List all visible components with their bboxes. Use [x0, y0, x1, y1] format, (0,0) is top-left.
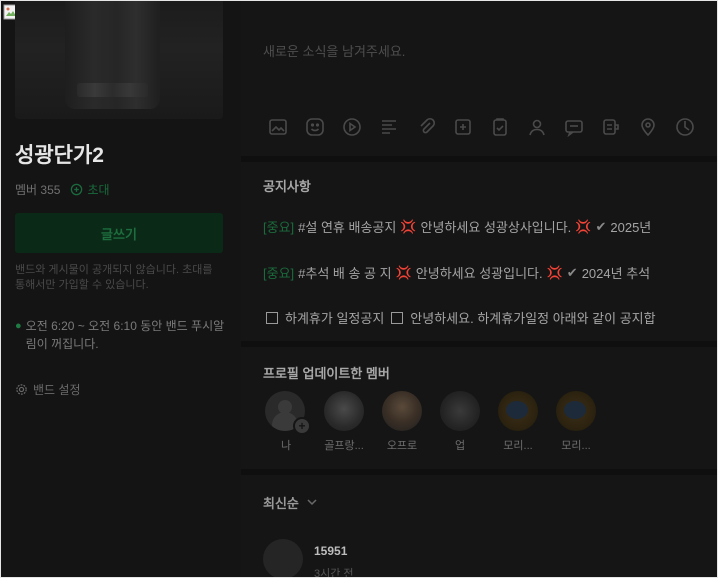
checkmark-icon: ✔: [566, 264, 578, 280]
member-name: 오프로: [386, 440, 418, 452]
leaf-icon: ●: [15, 320, 22, 332]
avatar: [382, 391, 422, 431]
chevron-down-icon: [307, 499, 317, 506]
band-name: 성광단가2: [15, 144, 104, 167]
poll-icon[interactable]: [672, 114, 698, 140]
text-format-icon[interactable]: [376, 114, 402, 140]
black-square-icon: [266, 311, 278, 324]
sticker-icon[interactable]: [302, 114, 328, 140]
member-avatar-item[interactable]: 모리...: [497, 391, 539, 453]
section-divider: [241, 469, 717, 475]
section-divider: [241, 341, 717, 347]
sort-dropdown[interactable]: 최신순: [263, 493, 317, 512]
band-privacy-description: 밴드와 게시물이 공개되지 않습니다. 초대를 통해서만 가입할 수 있습니다.: [15, 264, 213, 291]
profile-updates-title: 프로필 업데이트한 멤버: [263, 366, 390, 381]
checkmark-icon: ✔: [595, 218, 607, 234]
notice-tag: [중요]: [263, 220, 295, 235]
member-avatar-item[interactable]: 골프랑...: [323, 391, 365, 453]
composer-toolbar: [265, 114, 698, 140]
notice-item[interactable]: 하계휴가 일정공지 안녕하세요. 하계휴가일정 아래와 같이 공지합: [263, 308, 717, 327]
section-divider: [241, 156, 717, 162]
black-square-icon: [391, 311, 404, 324]
notice-title: #설 연휴 배송공지: [298, 220, 397, 235]
photo-icon[interactable]: [265, 114, 291, 140]
avatar: [324, 391, 364, 431]
invite-link[interactable]: 초대: [70, 181, 110, 198]
notice-title: #추석 배 송 공 지: [298, 266, 392, 281]
member-avatar-item[interactable]: 모리...: [555, 391, 597, 453]
push-notice-text: 오전 6:20 ~ 오전 6:10 동안 밴드 푸시알림이 꺼집니다.: [25, 319, 225, 351]
invite-label: 초대: [87, 183, 110, 197]
member-count[interactable]: 멤버 355: [15, 181, 60, 198]
post-timestamp: 3시간 전: [314, 568, 354, 578]
member-icon[interactable]: [524, 114, 550, 140]
member-name: 모리...: [561, 440, 591, 452]
member-avatar-item[interactable]: 업: [439, 391, 481, 453]
push-notice: ● 오전 6:20 ~ 오전 6:10 동안 밴드 푸시알림이 꺼집니다.: [15, 317, 230, 353]
anger-emoji-icon: 💢: [395, 264, 412, 280]
post-author-avatar[interactable]: [263, 539, 303, 577]
band-settings-link[interactable]: 밴드 설정: [15, 381, 81, 398]
notice-item[interactable]: [중요] #추석 배 송 공 지 💢 안녕하세요 성광입니다. 💢 ✔ 2024…: [263, 263, 717, 282]
notice-tag: [중요]: [263, 266, 295, 281]
invite-icon: [71, 183, 83, 196]
notice-tail: 2024년 추석: [581, 266, 651, 281]
post-author-name[interactable]: 15951: [314, 544, 347, 558]
anger-emoji-icon: 💢: [546, 264, 563, 280]
member-name: 나: [280, 440, 292, 452]
notice-body: 안녕하세요 성광상사입니다.: [420, 220, 572, 235]
avatar: [498, 391, 538, 431]
anger-emoji-icon: 💢: [575, 218, 592, 234]
gear-icon: [16, 384, 27, 395]
file-attach-icon[interactable]: [413, 114, 439, 140]
band-settings-label: 밴드 설정: [33, 383, 81, 397]
plus-icon: +: [293, 417, 311, 435]
notice-body: 안녕하세요. 하계휴가일정 아래와 같이 공지합: [410, 311, 656, 326]
voice-icon[interactable]: [598, 114, 624, 140]
browser-frame: 성광단가2 멤버 355 초대 글쓰기 밴드와 게시물이 공개되지 않습니다. …: [0, 0, 718, 578]
cover-glass-graphic: [65, 1, 160, 109]
schedule-icon[interactable]: [450, 114, 476, 140]
video-icon[interactable]: [339, 114, 365, 140]
anger-emoji-icon: 💢: [400, 218, 417, 234]
band-main: 새로운 소식을 남겨주세요. 공지사항 [중요] #설 연휴 배송공지 💢 안녕…: [241, 1, 717, 578]
notice-tail: 2025년: [610, 220, 652, 235]
notice-body: 안녕하세요 성광입니다.: [415, 266, 543, 281]
member-avatar-item[interactable]: + 나: [265, 391, 311, 453]
avatar: [556, 391, 596, 431]
profile-updated-members: + 나 골프랑... 오프로 업 모리... 모리...: [265, 391, 597, 453]
notices-title: 공지사항: [263, 179, 311, 194]
avatar: [440, 391, 480, 431]
checklist-icon[interactable]: [487, 114, 513, 140]
member-avatar-item[interactable]: 오프로: [381, 391, 423, 453]
sort-label: 최신순: [263, 496, 299, 511]
post-composer-input[interactable]: 새로운 소식을 남겨주세요.: [263, 41, 405, 60]
notice-item[interactable]: [중요] #설 연휴 배송공지 💢 안녕하세요 성광상사입니다. 💢 ✔ 202…: [263, 217, 717, 236]
band-sidebar: 성광단가2 멤버 355 초대 글쓰기 밴드와 게시물이 공개되지 않습니다. …: [1, 1, 239, 577]
member-name: 업: [454, 440, 466, 452]
write-post-button[interactable]: 글쓰기: [15, 213, 223, 253]
quiz-icon[interactable]: [561, 114, 587, 140]
member-name: 골프랑...: [324, 440, 364, 452]
member-name: 모리...: [503, 440, 533, 452]
band-meta: 멤버 355 초대: [15, 181, 110, 198]
location-icon[interactable]: [635, 114, 661, 140]
band-cover-image[interactable]: [15, 1, 223, 119]
notice-title: 하계휴가 일정공지: [285, 311, 385, 326]
